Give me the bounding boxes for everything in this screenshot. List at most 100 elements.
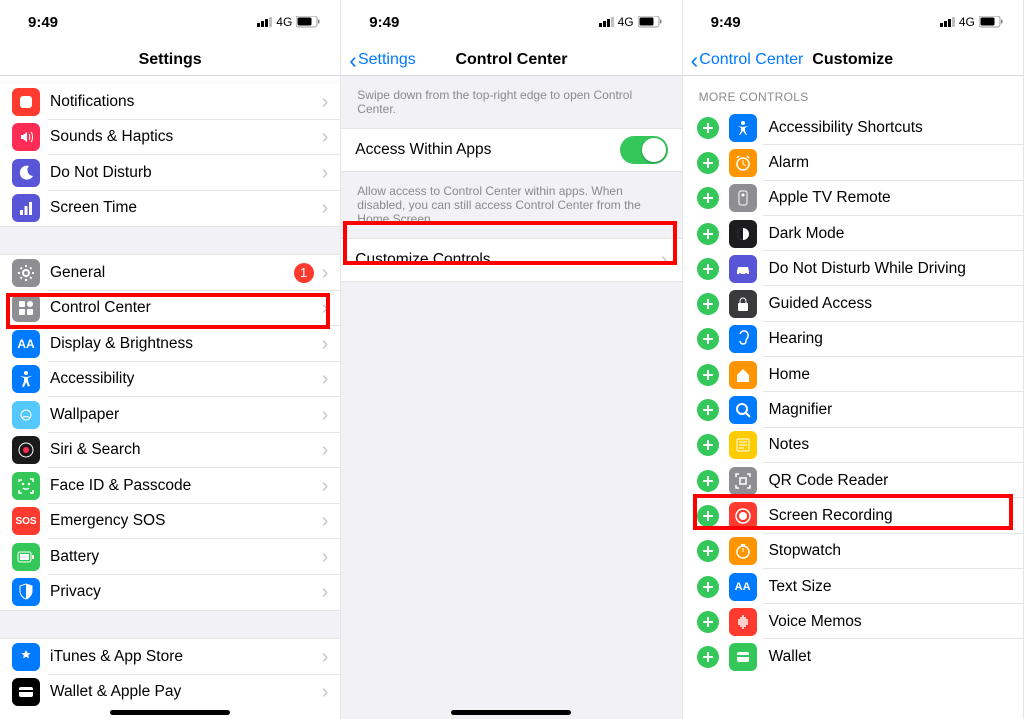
row-label: Hearing bbox=[769, 330, 823, 348]
settings-row-siri-search[interactable]: Siri & Search› bbox=[0, 433, 340, 469]
row-icon: SOS bbox=[12, 507, 40, 535]
control-row-stopwatch[interactable]: Stopwatch bbox=[683, 534, 1023, 569]
settings-row-face-id-passcode[interactable]: Face ID & Passcode› bbox=[0, 468, 340, 504]
row-icon bbox=[12, 259, 40, 287]
control-row-voice-memos[interactable]: Voice Memos bbox=[683, 604, 1023, 639]
settings-row-accessibility[interactable]: Accessibility› bbox=[0, 362, 340, 398]
status-right: 4G bbox=[940, 15, 1003, 29]
toggle-switch[interactable] bbox=[620, 136, 668, 164]
row-icon bbox=[729, 149, 757, 177]
control-row-home[interactable]: Home bbox=[683, 357, 1023, 392]
row-label: QR Code Reader bbox=[769, 472, 889, 490]
row-label: Siri & Search bbox=[50, 441, 322, 459]
add-button[interactable] bbox=[697, 505, 719, 527]
row-label: Voice Memos bbox=[769, 613, 862, 631]
settings-row-wallet-apple-pay[interactable]: Wallet & Apple Pay› bbox=[0, 675, 340, 711]
back-button[interactable]: ‹Control Center bbox=[691, 51, 804, 69]
settings-row-control-center[interactable]: Control Center› bbox=[0, 291, 340, 327]
control-row-guided-access[interactable]: Guided Access bbox=[683, 286, 1023, 321]
control-row-apple-tv-remote[interactable]: Apple TV Remote bbox=[683, 181, 1023, 216]
row-label: iTunes & App Store bbox=[50, 648, 322, 666]
settings-row-do-not-disturb[interactable]: Do Not Disturb› bbox=[0, 155, 340, 191]
row-label: General bbox=[50, 264, 294, 282]
control-row-screen-recording[interactable]: Screen Recording bbox=[683, 498, 1023, 533]
settings-row-emergency-sos[interactable]: SOSEmergency SOS› bbox=[0, 504, 340, 540]
row-label: Do Not Disturb While Driving bbox=[769, 260, 966, 278]
row-label: Screen Time bbox=[50, 199, 322, 217]
control-row-notes[interactable]: Notes bbox=[683, 428, 1023, 463]
control-row-alarm[interactable]: Alarm bbox=[683, 145, 1023, 180]
home-indicator[interactable] bbox=[451, 710, 571, 715]
row-icon bbox=[12, 123, 40, 151]
status-bar: 9:49 4G bbox=[341, 0, 681, 44]
row-label: Customize Controls bbox=[355, 251, 490, 269]
settings-row-general[interactable]: General1› bbox=[0, 255, 340, 291]
add-button[interactable] bbox=[697, 223, 719, 245]
control-row-accessibility-shortcuts[interactable]: Accessibility Shortcuts bbox=[683, 110, 1023, 145]
row-icon bbox=[729, 290, 757, 318]
signal-icon bbox=[940, 17, 955, 27]
row-label: Privacy bbox=[50, 583, 322, 601]
home-indicator[interactable] bbox=[110, 710, 230, 715]
battery-icon bbox=[638, 16, 662, 28]
settings-row-wallpaper[interactable]: Wallpaper› bbox=[0, 397, 340, 433]
battery-icon bbox=[296, 16, 320, 28]
row-label: Dark Mode bbox=[769, 225, 845, 243]
settings-row-sounds-haptics[interactable]: Sounds & Haptics› bbox=[0, 120, 340, 156]
row-label: Guided Access bbox=[769, 295, 872, 313]
row-icon bbox=[729, 537, 757, 565]
page-title: Customize bbox=[812, 51, 893, 69]
row-label: Notifications bbox=[50, 93, 322, 111]
settings-row-privacy[interactable]: Privacy› bbox=[0, 575, 340, 611]
control-row-hearing[interactable]: Hearing bbox=[683, 322, 1023, 357]
row-icon bbox=[12, 678, 40, 706]
control-row-qr-code-reader[interactable]: QR Code Reader bbox=[683, 463, 1023, 498]
row-label: Magnifier bbox=[769, 401, 833, 419]
add-button[interactable] bbox=[697, 611, 719, 633]
add-button[interactable] bbox=[697, 646, 719, 668]
back-button[interactable]: ‹Settings bbox=[349, 51, 415, 69]
page-title: Control Center bbox=[455, 51, 567, 69]
add-button[interactable] bbox=[697, 434, 719, 456]
add-button[interactable] bbox=[697, 258, 719, 280]
row-label: Text Size bbox=[769, 578, 832, 596]
row-icon bbox=[729, 361, 757, 389]
row-icon bbox=[729, 502, 757, 530]
settings-row-screen-time[interactable]: Screen Time› bbox=[0, 191, 340, 227]
row-icon bbox=[12, 578, 40, 606]
add-button[interactable] bbox=[697, 293, 719, 315]
control-row-text-size[interactable]: AAText Size bbox=[683, 569, 1023, 604]
settings-row-display-brightness[interactable]: AADisplay & Brightness› bbox=[0, 326, 340, 362]
add-button[interactable] bbox=[697, 117, 719, 139]
add-button[interactable] bbox=[697, 399, 719, 421]
add-button[interactable] bbox=[697, 364, 719, 386]
add-button[interactable] bbox=[697, 576, 719, 598]
control-row-magnifier[interactable]: Magnifier bbox=[683, 392, 1023, 427]
control-row-dark-mode[interactable]: Dark Mode bbox=[683, 216, 1023, 251]
control-row-do-not-disturb-while-driving[interactable]: Do Not Disturb While Driving bbox=[683, 251, 1023, 286]
access-within-apps-row[interactable]: Access Within Apps bbox=[341, 128, 681, 172]
row-label: Accessibility Shortcuts bbox=[769, 119, 923, 137]
settings-row-itunes-app-store[interactable]: iTunes & App Store› bbox=[0, 639, 340, 675]
row-icon bbox=[12, 194, 40, 222]
add-button[interactable] bbox=[697, 152, 719, 174]
nav-bar: Settings bbox=[0, 44, 340, 76]
nav-bar: ‹Settings Control Center bbox=[341, 44, 681, 76]
row-label: Face ID & Passcode bbox=[50, 477, 322, 495]
row-icon bbox=[729, 643, 757, 671]
settings-row-battery[interactable]: Battery› bbox=[0, 539, 340, 575]
row-icon bbox=[729, 184, 757, 212]
add-button[interactable] bbox=[697, 470, 719, 492]
customize-controls-row[interactable]: Customize Controls › bbox=[341, 238, 681, 282]
row-icon bbox=[729, 431, 757, 459]
add-button[interactable] bbox=[697, 187, 719, 209]
add-button[interactable] bbox=[697, 540, 719, 562]
add-button[interactable] bbox=[697, 328, 719, 350]
battery-icon bbox=[979, 16, 1003, 28]
page-title: Settings bbox=[139, 51, 202, 69]
settings-row-notifications[interactable]: Notifications› bbox=[0, 84, 340, 120]
row-icon bbox=[12, 365, 40, 393]
control-row-wallet[interactable]: Wallet bbox=[683, 639, 1023, 674]
row-icon bbox=[12, 159, 40, 187]
row-label: Apple TV Remote bbox=[769, 189, 891, 207]
